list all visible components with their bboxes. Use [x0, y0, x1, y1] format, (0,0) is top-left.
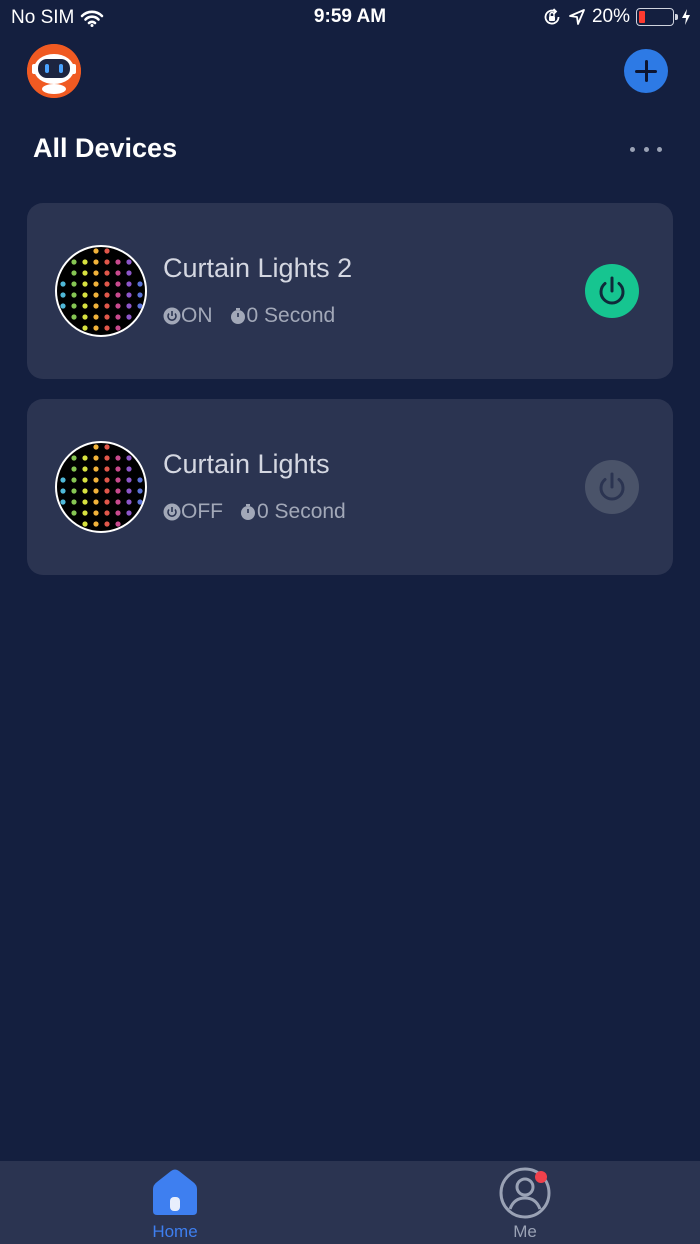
charging-bolt-icon: [682, 9, 690, 25]
tab-home-label: Home: [152, 1222, 198, 1241]
curtain-lights-thumbnail: [55, 441, 147, 533]
tab-me-label: Me: [513, 1222, 537, 1241]
device-timer-label: 0 Second: [246, 304, 336, 327]
orientation-lock-icon: [544, 8, 560, 25]
power-icon: [599, 276, 625, 305]
timer-icon: [241, 504, 255, 520]
curtain-lights-thumbnail: [55, 245, 147, 337]
home-icon: [153, 1169, 197, 1215]
power-toggle-button[interactable]: [585, 264, 639, 318]
more-options-button[interactable]: [630, 140, 662, 158]
battery-level-fill: [639, 11, 646, 23]
device-timer-label: 0 Second: [257, 500, 346, 523]
timer-icon: [230, 308, 245, 324]
robot-avatar-icon[interactable]: [27, 44, 81, 98]
power-icon: [599, 472, 625, 501]
add-device-button[interactable]: [624, 49, 668, 93]
location-arrow-icon: [569, 9, 585, 25]
tab-home[interactable]: Home: [0, 1161, 350, 1244]
power-toggle-button[interactable]: [585, 460, 639, 514]
battery-icon: [636, 8, 678, 26]
more-dots-icon: [630, 146, 635, 152]
device-status: ON 0 Second: [163, 304, 335, 328]
status-bar: No SIM 9:59 AM 20%: [0, 0, 700, 36]
page-title: All Devices: [33, 133, 178, 163]
device-name: Curtain Lights: [163, 449, 330, 479]
device-state-label: OFF: [181, 500, 223, 523]
notification-badge: [535, 1171, 547, 1183]
tab-bar: Home Me: [0, 1161, 700, 1244]
device-state-label: ON: [181, 304, 213, 327]
device-card[interactable]: Curtain Lights OFF 0 Second: [27, 399, 673, 575]
tab-me[interactable]: Me: [350, 1161, 700, 1244]
power-state-icon: [163, 307, 181, 325]
power-state-icon: [163, 503, 181, 521]
device-name: Curtain Lights 2: [163, 253, 353, 283]
user-profile-icon: [499, 1167, 551, 1219]
device-card[interactable]: Curtain Lights 2 ON 0 Second: [27, 203, 673, 379]
device-status: OFF 0 Second: [163, 500, 346, 524]
battery-percent: 20%: [591, 6, 630, 27]
